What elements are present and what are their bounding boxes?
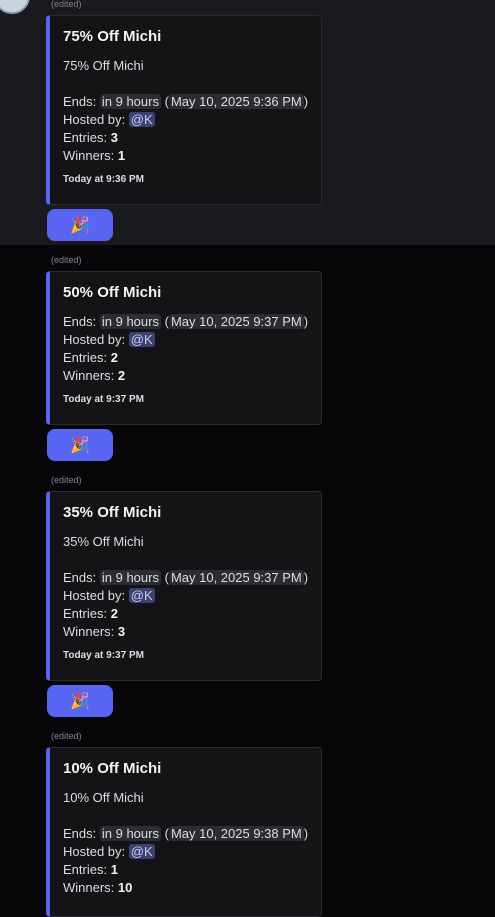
ends-relative-time[interactable]: in 9 hours: [99, 314, 161, 329]
winners-label: Winners:: [63, 880, 115, 895]
entries-value: 3: [110, 130, 118, 145]
ends-absolute-time[interactable]: May 10, 2025 9:37 PM: [168, 314, 304, 329]
giveaway-embed: 10% Off Michi 10% Off Michi Ends: in 9 h…: [46, 747, 322, 917]
ends-relative-time[interactable]: in 9 hours: [99, 826, 161, 841]
entries-field: Entries: 1: [63, 862, 118, 877]
giveaway-embed: 75% Off Michi 75% Off Michi Ends: in 9 h…: [46, 15, 322, 205]
ends-absolute-time[interactable]: May 10, 2025 9:36 PM: [168, 94, 304, 109]
entries-field: Entries: 3: [63, 130, 118, 145]
ends-absolute-time[interactable]: May 10, 2025 9:37 PM: [168, 570, 304, 585]
entries-field: Entries: 2: [63, 606, 118, 621]
ends-field: Ends: in 9 hours (May 10, 2025 9:37 PM): [63, 570, 309, 585]
hosted-label: Hosted by:: [63, 588, 126, 603]
hosted-by-field: Hosted by: @K: [63, 844, 155, 859]
winners-value: 10: [117, 880, 133, 895]
entries-value: 2: [110, 350, 118, 365]
host-mention[interactable]: @K: [128, 332, 155, 347]
edited-label: (edited): [51, 0, 82, 9]
embed-description: 75% Off Michi: [63, 58, 144, 73]
entries-label: Entries:: [63, 350, 108, 365]
ends-relative-time[interactable]: in 9 hours: [99, 94, 161, 109]
ends-field: Ends: in 9 hours (May 10, 2025 9:37 PM): [63, 314, 309, 329]
host-mention[interactable]: @K: [128, 112, 155, 127]
hosted-label: Hosted by:: [63, 332, 126, 347]
winners-label: Winners:: [63, 148, 115, 163]
party-popper-icon: 🎉: [70, 217, 90, 234]
embed-title: 75% Off Michi: [63, 28, 162, 45]
embed-title: 50% Off Michi: [63, 284, 162, 301]
embed-description: 35% Off Michi: [63, 534, 144, 549]
winners-value: 3: [117, 624, 126, 639]
ends-field: Ends: in 9 hours (May 10, 2025 9:36 PM): [63, 94, 309, 109]
entries-label: Entries:: [63, 862, 108, 877]
ends-absolute-time[interactable]: May 10, 2025 9:38 PM: [168, 826, 304, 841]
winners-value: 2: [117, 368, 126, 383]
party-popper-icon: 🎉: [70, 437, 90, 454]
edited-label: (edited): [51, 475, 82, 485]
party-popper-reaction-button[interactable]: 🎉: [47, 209, 113, 241]
giveaway-embed: 35% Off Michi 35% Off Michi Ends: in 9 h…: [46, 491, 322, 681]
party-popper-reaction-button[interactable]: 🎉: [47, 429, 113, 461]
winners-value: 1: [117, 148, 126, 163]
giveaway-embed: 50% Off Michi Ends: in 9 hours (May 10, …: [46, 271, 322, 425]
embed-description: 10% Off Michi: [63, 790, 144, 805]
edited-label: (edited): [51, 731, 82, 741]
host-mention[interactable]: @K: [128, 588, 155, 603]
winners-field: Winners: 2: [63, 368, 125, 383]
entries-value: 1: [110, 862, 118, 877]
winners-label: Winners:: [63, 624, 115, 639]
winners-field: Winners: 10: [63, 880, 132, 895]
entries-value: 2: [110, 606, 118, 621]
embed-title: 10% Off Michi: [63, 760, 162, 777]
embed-title: 35% Off Michi: [63, 504, 162, 521]
embed-footer-timestamp: Today at 9:36 PM: [63, 174, 144, 185]
entries-label: Entries:: [63, 130, 108, 145]
hosted-label: Hosted by:: [63, 844, 126, 859]
hosted-by-field: Hosted by: @K: [63, 588, 155, 603]
ends-relative-time[interactable]: in 9 hours: [99, 570, 161, 585]
party-popper-reaction-button[interactable]: 🎉: [47, 685, 113, 717]
winners-field: Winners: 3: [63, 624, 125, 639]
hosted-by-field: Hosted by: @K: [63, 112, 155, 127]
entries-field: Entries: 2: [63, 350, 118, 365]
embed-footer-timestamp: Today at 9:37 PM: [63, 650, 144, 661]
ends-label: Ends:: [63, 826, 97, 841]
host-mention[interactable]: @K: [128, 844, 155, 859]
winners-label: Winners:: [63, 368, 115, 383]
winners-field: Winners: 1: [63, 148, 125, 163]
embed-footer-timestamp: Today at 9:37 PM: [63, 394, 144, 405]
hosted-label: Hosted by:: [63, 112, 126, 127]
party-popper-icon: 🎉: [70, 693, 90, 710]
hosted-by-field: Hosted by: @K: [63, 332, 155, 347]
edited-label: (edited): [51, 255, 82, 265]
ends-label: Ends:: [63, 314, 97, 329]
ends-field: Ends: in 9 hours (May 10, 2025 9:38 PM): [63, 826, 309, 841]
entries-label: Entries:: [63, 606, 108, 621]
ends-label: Ends:: [63, 94, 97, 109]
ends-label: Ends:: [63, 570, 97, 585]
